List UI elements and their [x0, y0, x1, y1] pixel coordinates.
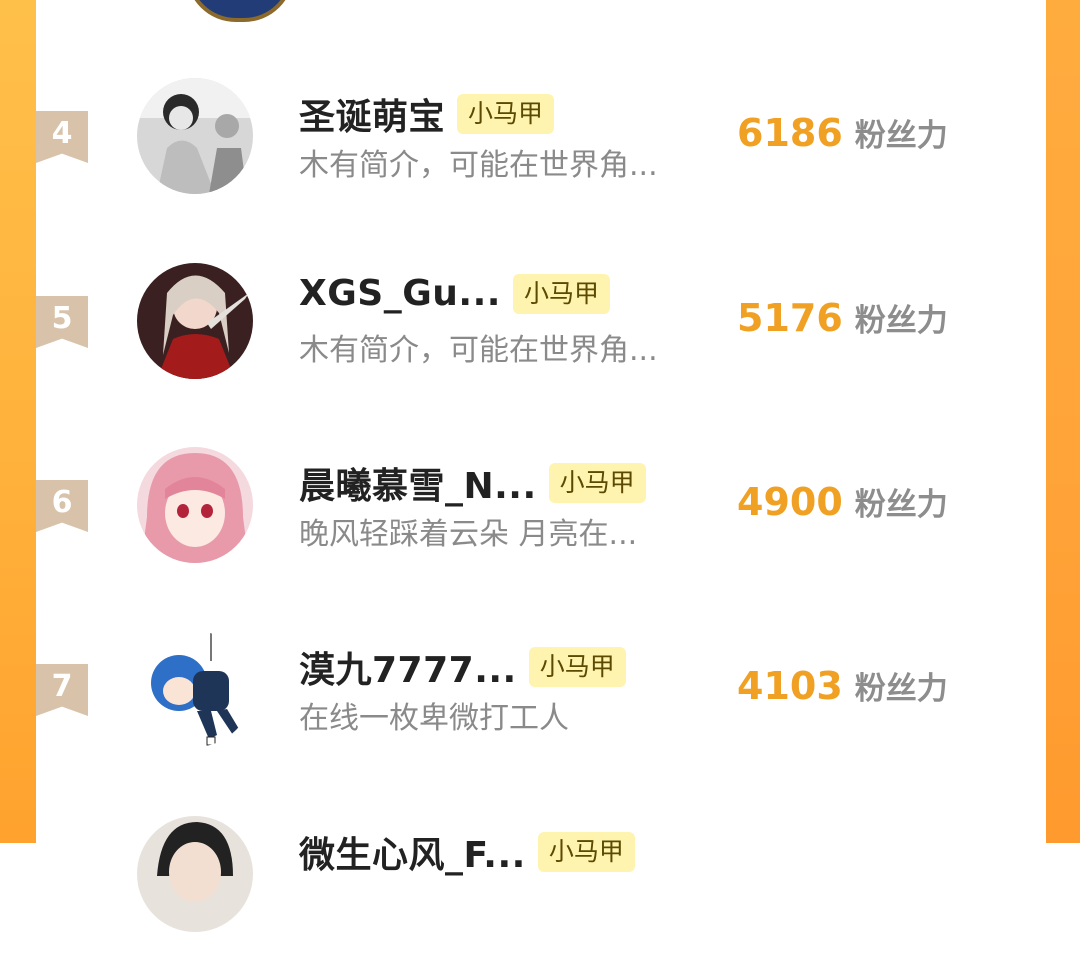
score-unit: 粉丝力: [854, 487, 948, 523]
fan-score: 4103 粉丝力: [737, 663, 948, 708]
fan-score: 6186 粉丝力: [737, 110, 948, 155]
avatar[interactable]: [137, 78, 253, 194]
fan-score: 4900 粉丝力: [737, 479, 948, 524]
score-value: 4900: [737, 480, 843, 524]
tag-badge: 小马甲: [528, 647, 626, 687]
list-item[interactable]: 7 漠九7777... 小马甲 在线一枚卑微打工人 4103 粉丝力: [0, 631, 1080, 791]
avatar-icon: [137, 816, 253, 932]
tag-badge: 小马甲: [537, 832, 635, 872]
user-bio: 木有简介，可能在世界角...: [299, 148, 658, 183]
avatar-icon: [137, 263, 253, 379]
avatar-icon: [137, 78, 253, 194]
score-unit: 粉丝力: [854, 303, 948, 339]
score-unit: 粉丝力: [854, 671, 948, 707]
score-value: 6186: [737, 111, 843, 155]
list-item[interactable]: 6 晨曦慕雪_N... 小马甲 晚风轻踩着云朵 月亮在... 4900 粉丝力: [0, 447, 1080, 607]
user-bio: 木有简介，可能在世界角...: [299, 333, 658, 368]
user-bio: 在线一枚卑微打工人: [299, 701, 569, 736]
avatar-icon: [137, 631, 253, 747]
name-line: 微生心风_F... 小马甲: [299, 826, 635, 878]
user-name[interactable]: 晨曦慕雪_N...: [299, 457, 537, 509]
name-line: 漠九7777... 小马甲: [299, 641, 626, 693]
list-item[interactable]: 5 XGS_Gu... 小马甲 木有简介，可能在世界角... 5176 粉丝力: [0, 263, 1080, 423]
name-line: XGS_Gu... 小马甲: [299, 273, 610, 314]
list-item[interactable]: 4 圣诞萌宝 小马甲 木有简介，可能在世界角... 6186 粉丝力: [0, 78, 1080, 238]
score-unit: 粉丝力: [854, 118, 948, 154]
avatar[interactable]: [137, 447, 253, 563]
user-bio: 晚风轻踩着云朵 月亮在...: [299, 517, 638, 552]
list-item[interactable]: 微生心风_F... 小马甲: [0, 816, 1080, 976]
rank-badge: 4: [36, 111, 88, 163]
avatar[interactable]: [137, 816, 253, 932]
name-line: 圣诞萌宝 小马甲: [299, 88, 555, 140]
avatar[interactable]: [137, 263, 253, 379]
tag-badge: 小马甲: [457, 94, 555, 134]
name-line: 晨曦慕雪_N... 小马甲: [299, 457, 646, 509]
tag-badge: 小马甲: [548, 463, 646, 503]
rank-badge: 5: [36, 296, 88, 348]
tag-badge: 小马甲: [512, 273, 610, 314]
user-name[interactable]: 圣诞萌宝: [299, 88, 445, 140]
user-name[interactable]: 漠九7777...: [299, 641, 517, 693]
score-value: 5176: [737, 296, 843, 340]
avatar-icon: [137, 447, 253, 563]
fan-score: 5176 粉丝力: [737, 295, 948, 340]
user-name[interactable]: XGS_Gu...: [299, 273, 501, 314]
user-name[interactable]: 微生心风_F...: [299, 826, 526, 878]
score-value: 4103: [737, 664, 843, 708]
avatar[interactable]: [137, 631, 253, 747]
rank-badge: 6: [36, 480, 88, 532]
rank-badge: 7: [36, 664, 88, 716]
